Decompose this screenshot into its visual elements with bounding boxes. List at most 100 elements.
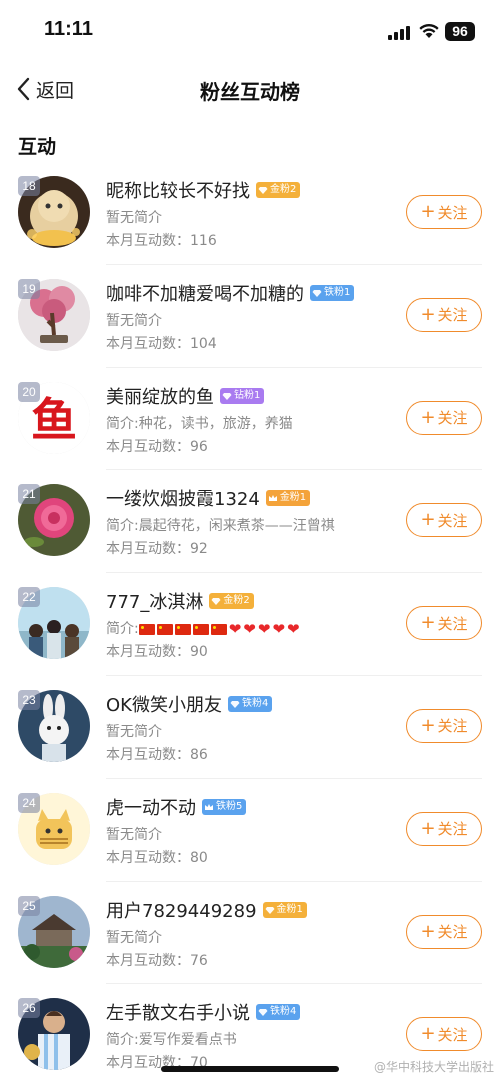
home-indicator xyxy=(161,1066,339,1072)
plus-icon: + xyxy=(420,201,436,222)
follow-button[interactable]: + 关注 xyxy=(406,811,482,846)
follow-button[interactable]: + 关注 xyxy=(406,503,482,538)
monthly-interaction-count: 本月互动数：92 xyxy=(106,541,208,558)
plus-icon: + xyxy=(420,509,436,531)
fan-level-badge: 金粉1 xyxy=(265,490,311,507)
fan-level-badge: 铁粉4 xyxy=(227,695,273,712)
follow-label: 关注 xyxy=(437,409,468,428)
red-heart-icon: ❤ xyxy=(228,620,242,639)
page-title: 粉丝互动榜 xyxy=(200,80,300,104)
fan-row[interactable]: 25 用户7829449289 金粉1 暂无简介 本月互动数：76 + 关注 xyxy=(0,882,500,985)
fan-row[interactable]: 23 OK微笑小朋友 铁粉4 暂无简介 本月互动数：86 + 关注 xyxy=(0,676,500,779)
name-line: 虎一动不动 铁粉5 xyxy=(106,794,247,820)
fan-name[interactable]: OK微笑小朋友 xyxy=(106,691,222,717)
rank-badge: 22 xyxy=(18,587,40,608)
rank-badge: 26 xyxy=(18,998,40,1019)
follow-label: 关注 xyxy=(437,511,468,530)
follow-label: 关注 xyxy=(437,306,468,325)
rank-badge: 25 xyxy=(18,895,40,916)
follow-label: 关注 xyxy=(437,1025,468,1044)
fan-badge-label: 金粉1 xyxy=(276,903,303,915)
crown-icon xyxy=(205,803,213,810)
follow-button[interactable]: + 关注 xyxy=(406,708,482,743)
plus-icon: + xyxy=(420,303,436,325)
status-bar: 11:11 96 xyxy=(0,0,500,62)
follow-label: 关注 xyxy=(437,614,468,633)
fan-badge-label: 铁粉4 xyxy=(270,1006,297,1018)
monthly-interaction-count: 本月互动数：104 xyxy=(106,335,217,352)
follow-label: 关注 xyxy=(437,820,468,839)
fan-name[interactable]: 昵称比较长不好找 xyxy=(106,177,250,203)
monthly-interaction-count: 本月互动数：80 xyxy=(106,849,208,866)
fan-intro: 简介: ❤ ❤ ❤ ❤ ❤ xyxy=(106,618,302,638)
fan-badge-label: 铁粉1 xyxy=(324,286,351,298)
fan-level-badge: 钻粉1 xyxy=(220,387,265,404)
fan-row[interactable]: 鱼 20 美丽绽放的鱼 钻粉1 简介:种花，读书，旅游，养猫 本月互动数：96 + 关注 xyxy=(0,368,500,471)
fan-level-badge: 铁粉1 xyxy=(310,284,355,301)
follow-label: 关注 xyxy=(437,203,468,222)
fan-name[interactable]: 美丽绽放的鱼 xyxy=(106,383,214,409)
fan-row[interactable]: 22 777_冰淇淋 金粉2 简介: ❤ ❤ ❤ ❤ ❤ 本月互动数：90 + 关注 xyxy=(0,573,500,676)
follow-label: 关注 xyxy=(437,923,468,942)
china-flag-icon xyxy=(174,623,191,635)
plus-icon: + xyxy=(420,714,436,736)
name-line: 咖啡不加糖爱喝不加糖的 铁粉1 xyxy=(106,280,355,306)
fan-badge-label: 铁粉4 xyxy=(241,697,269,709)
fan-row[interactable]: 24 虎一动不动 铁粉5 暂无简介 本月互动数：80 + 关注 xyxy=(0,779,500,882)
fan-badge-label: 钻粉1 xyxy=(234,389,261,401)
fan-intro: 暂无简介 xyxy=(106,826,162,843)
rank-badge: 23 xyxy=(18,689,40,710)
wifi-icon xyxy=(418,22,440,40)
name-line: 用户7829449289 金粉1 xyxy=(106,897,307,923)
diamond-icon xyxy=(265,906,275,914)
diamond-icon xyxy=(222,392,232,400)
plus-icon: + xyxy=(420,406,436,428)
fan-name[interactable]: 虎一动不动 xyxy=(106,794,196,820)
follow-button[interactable]: + 关注 xyxy=(406,400,482,435)
diamond-icon xyxy=(312,289,322,297)
fan-intro: 暂无简介 xyxy=(106,929,162,946)
monthly-interaction-count: 本月互动数：96 xyxy=(106,438,208,455)
nav-bar: 返回 粉丝互动榜 xyxy=(0,62,500,118)
fan-level-badge: 金粉2 xyxy=(256,182,301,198)
fan-intro: 简介:爱写作爱看点书 xyxy=(106,1032,237,1049)
crown-icon xyxy=(268,495,277,502)
diamond-icon xyxy=(258,187,268,194)
plus-icon: + xyxy=(420,612,436,634)
cellular-signal-icon xyxy=(388,24,412,40)
rank-badge: 20 xyxy=(18,381,40,402)
fan-badge-label: 金粉2 xyxy=(270,184,297,195)
plus-icon: + xyxy=(420,817,436,839)
diamond-icon xyxy=(258,1009,268,1017)
fan-name[interactable]: 用户7829449289 xyxy=(106,897,257,923)
follow-button[interactable]: + 关注 xyxy=(406,606,482,641)
rank-badge: 18 xyxy=(18,176,40,196)
fan-intro-prefix: 简介: xyxy=(106,621,139,638)
fan-name[interactable]: 咖啡不加糖爱喝不加糖的 xyxy=(106,280,304,306)
follow-button[interactable]: + 关注 xyxy=(406,195,482,229)
follow-button[interactable]: + 关注 xyxy=(406,1017,482,1052)
fan-badge-label: 金粉1 xyxy=(279,492,307,504)
fan-row[interactable]: 21 一缕炊烟披霞1324 金粉1 简介:晨起待花，闲来煮茶——汪曾祺 本月互动数：92… xyxy=(0,470,500,574)
fan-name[interactable]: 一缕炊烟披霞1324 xyxy=(106,485,260,511)
plus-icon: + xyxy=(420,1023,436,1045)
fan-name[interactable]: 777_冰淇淋 xyxy=(106,588,203,614)
fan-level-badge: 铁粉4 xyxy=(256,1004,301,1021)
fan-name[interactable]: 左手散文右手小说 xyxy=(106,999,250,1025)
red-heart-icon: ❤ xyxy=(257,620,271,639)
monthly-interaction-count: 本月互动数：90 xyxy=(106,644,208,661)
follow-button[interactable]: + 关注 xyxy=(406,914,482,949)
section-title: 互动 xyxy=(18,136,57,158)
name-line: 777_冰淇淋 金粉2 xyxy=(106,588,254,614)
status-time: 11:11 xyxy=(44,18,93,40)
red-heart-icon: ❤ xyxy=(243,620,256,639)
watermark: @华中科技大学出版社 xyxy=(373,1060,494,1074)
name-line: 昵称比较长不好找 金粉2 xyxy=(106,177,301,203)
fan-row[interactable]: 19 咖啡不加糖爱喝不加糖的 铁粉1 暂无简介 本月互动数：104 + 关注 xyxy=(0,265,500,368)
fan-row[interactable]: 18 昵称比较长不好找 金粉2 暂无简介 本月互动数：116 + 关注 xyxy=(0,162,500,265)
fan-level-badge: 金粉1 xyxy=(262,901,307,918)
monthly-interaction-count: 本月互动数：116 xyxy=(106,233,217,249)
diamond-icon xyxy=(230,700,240,708)
fan-intro: 暂无简介 xyxy=(106,723,162,740)
follow-button[interactable]: + 关注 xyxy=(406,297,482,332)
